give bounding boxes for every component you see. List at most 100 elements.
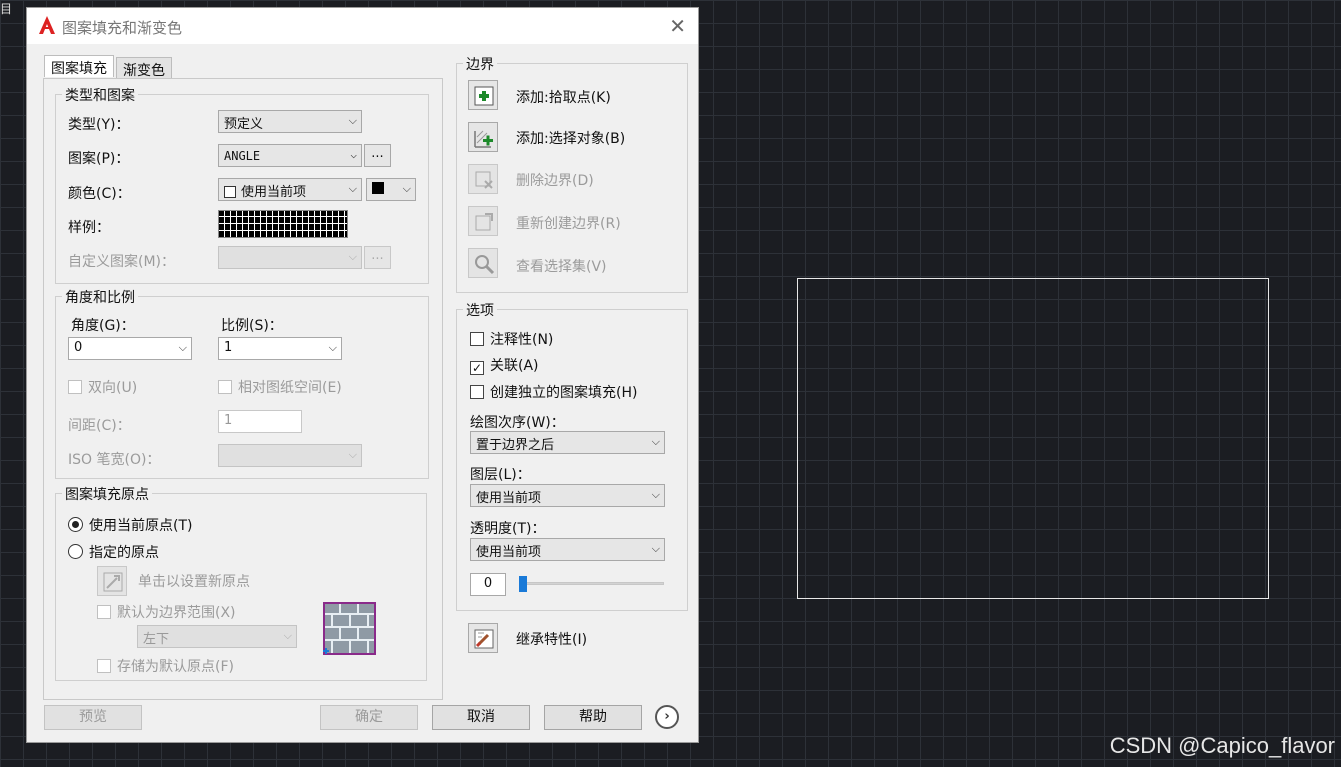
angle-select[interactable]: 0 ⌵: [68, 337, 192, 360]
drawn-rectangle[interactable]: [797, 278, 1269, 599]
iso-pen-select: ⌵: [218, 444, 362, 467]
chevron-down-icon: ⌵: [651, 488, 660, 501]
store-default-label: 存储为默认原点(F): [117, 659, 234, 675]
use-current-origin-radio[interactable]: 使用当前原点(T): [68, 515, 192, 535]
autocad-logo-icon: [39, 16, 55, 34]
angle-label: 角度(G)：: [71, 318, 135, 334]
chevron-down-icon: ⌵: [348, 182, 357, 195]
annotative-label: 注释性(N): [490, 332, 554, 348]
inherit-properties-button[interactable]: [468, 623, 498, 653]
chevron-down-icon: ⌵: [348, 448, 357, 461]
separate-hatches-checkbox[interactable]: 创建独立的图案填充(H): [470, 382, 637, 402]
associative-checkbox[interactable]: ✓ 关联(A): [470, 355, 539, 375]
recreate-boundary-button: [468, 206, 498, 236]
draw-order-value: 置于边界之后: [476, 438, 555, 453]
extent-position-value: 左下: [143, 632, 170, 647]
use-current-origin-label: 使用当前原点(T): [89, 518, 193, 534]
relative-paper-checkbox: 相对图纸空间(E): [218, 377, 342, 397]
chevron-down-icon: ⌵: [350, 148, 357, 161]
pattern-sample[interactable]: [218, 210, 348, 238]
checkbox-box: [218, 380, 232, 394]
add-pick-point-icon: [474, 86, 494, 106]
annotative-checkbox[interactable]: 注释性(N): [470, 329, 553, 349]
transparency-select[interactable]: 使用当前项 ⌵: [470, 538, 665, 561]
inherit-properties-label[interactable]: 继承特性(I): [516, 629, 587, 649]
more-options-button[interactable]: ›: [655, 705, 679, 729]
dialog-title: 图案填充和渐变色: [62, 19, 183, 37]
pattern-browse-button[interactable]: ...: [364, 144, 391, 167]
hatch-tab-panel: 类型和图案 类型(Y)： 预定义 ⌵ 图案(P)： ANGLE ⌵ ... 颜色(C…: [43, 78, 443, 700]
transparency-slider-track[interactable]: [521, 582, 664, 585]
draw-order-select[interactable]: 置于边界之后 ⌵: [470, 431, 665, 454]
add-select-objects-label[interactable]: 添加:选择对象(B): [516, 128, 625, 148]
chevron-down-icon: ⌵: [651, 435, 660, 448]
recreate-boundary-icon: [475, 213, 493, 231]
close-button[interactable]: ✕: [669, 14, 686, 38]
add-select-objects-button[interactable]: [468, 122, 498, 152]
click-set-origin-label: 单击以设置新原点: [138, 574, 250, 590]
transparency-slider-thumb[interactable]: [519, 576, 527, 592]
transparency-value: 使用当前项: [476, 545, 542, 560]
watermark: CSDN @Capico_flavor: [1109, 733, 1335, 758]
type-pattern-title: 类型和图案: [62, 85, 138, 105]
type-value: 预定义: [224, 117, 264, 132]
layer-value: 使用当前项: [476, 491, 542, 506]
set-origin-button: [97, 566, 127, 596]
add-select-objects-icon: [474, 130, 493, 148]
spacing-label: 间距(C)：: [68, 418, 131, 434]
default-extent-label: 默认为边界范围(X): [117, 605, 236, 621]
recreate-boundary-label: 重新创建边界(R): [516, 216, 621, 232]
remove-boundaries-label: 删除边界(D): [516, 173, 594, 189]
custom-pattern-label: 自定义图案(M)：: [68, 254, 176, 270]
help-button[interactable]: 帮助: [544, 705, 642, 730]
pattern-select[interactable]: ANGLE ⌵: [218, 144, 362, 167]
canvas-corner-text: 目: [0, 2, 13, 16]
remove-boundaries-icon: [475, 171, 493, 189]
view-selections-label: 查看选择集(V): [516, 259, 607, 275]
specified-origin-radio[interactable]: 指定的原点: [68, 542, 159, 562]
inherit-brush-icon: [474, 629, 494, 649]
chevron-down-icon: ⌵: [402, 182, 411, 195]
hatch-origin-title: 图案填充原点: [62, 484, 152, 504]
type-label: 类型(Y)：: [68, 117, 130, 133]
transparency-label: 透明度(T)：: [470, 521, 546, 537]
radio-selected-icon: [68, 517, 83, 532]
black-swatch-icon: [372, 182, 384, 194]
chevron-down-icon: ⌵: [178, 341, 187, 354]
checkbox-box: [97, 605, 111, 619]
checkbox-box: [470, 385, 484, 399]
relative-label: 相对图纸空间(E): [238, 380, 342, 396]
tab-gradient[interactable]: 渐变色: [116, 57, 172, 79]
scale-select[interactable]: 1 ⌵: [218, 337, 342, 360]
layer-label: 图层(L)：: [470, 467, 531, 483]
add-pick-points-label[interactable]: 添加:拾取点(K): [516, 87, 611, 107]
color-value: 使用当前项: [241, 185, 307, 200]
color-select[interactable]: 使用当前项 ⌵: [218, 178, 362, 201]
cancel-button[interactable]: 取消: [432, 705, 530, 730]
type-select[interactable]: 预定义 ⌵: [218, 110, 362, 133]
scale-value: 1: [224, 340, 233, 355]
sample-label: 样例：: [68, 220, 110, 236]
remove-boundaries-button: [468, 164, 498, 194]
add-pick-points-button[interactable]: [468, 80, 498, 110]
radio-unselected-icon: [68, 544, 83, 559]
custom-pattern-select: ⌵: [218, 246, 362, 269]
chevron-down-icon: ⌵: [348, 114, 357, 127]
associative-label: 关联(A): [490, 358, 539, 374]
color-label: 颜色(C)：: [68, 186, 131, 202]
view-selections-button: [468, 248, 498, 278]
tab-hatch[interactable]: 图案填充: [44, 55, 114, 77]
angle-scale-title: 角度和比例: [62, 287, 138, 307]
pattern-label: 图案(P)：: [68, 151, 130, 167]
transparency-level-input[interactable]: 0: [470, 573, 506, 596]
background-color-select[interactable]: ⌵: [366, 178, 416, 201]
angle-value: 0: [74, 340, 83, 355]
magnifier-icon: [475, 255, 495, 275]
separate-hatches-label: 创建独立的图案填充(H): [490, 385, 638, 401]
default-extent-checkbox: 默认为边界范围(X): [97, 602, 236, 622]
layer-select[interactable]: 使用当前项 ⌵: [470, 484, 665, 507]
origin-preview-icon: [323, 602, 376, 655]
chevron-down-icon: ⌵: [283, 629, 292, 642]
double-label: 双向(U): [88, 380, 138, 396]
custom-browse-button: ...: [364, 246, 391, 269]
